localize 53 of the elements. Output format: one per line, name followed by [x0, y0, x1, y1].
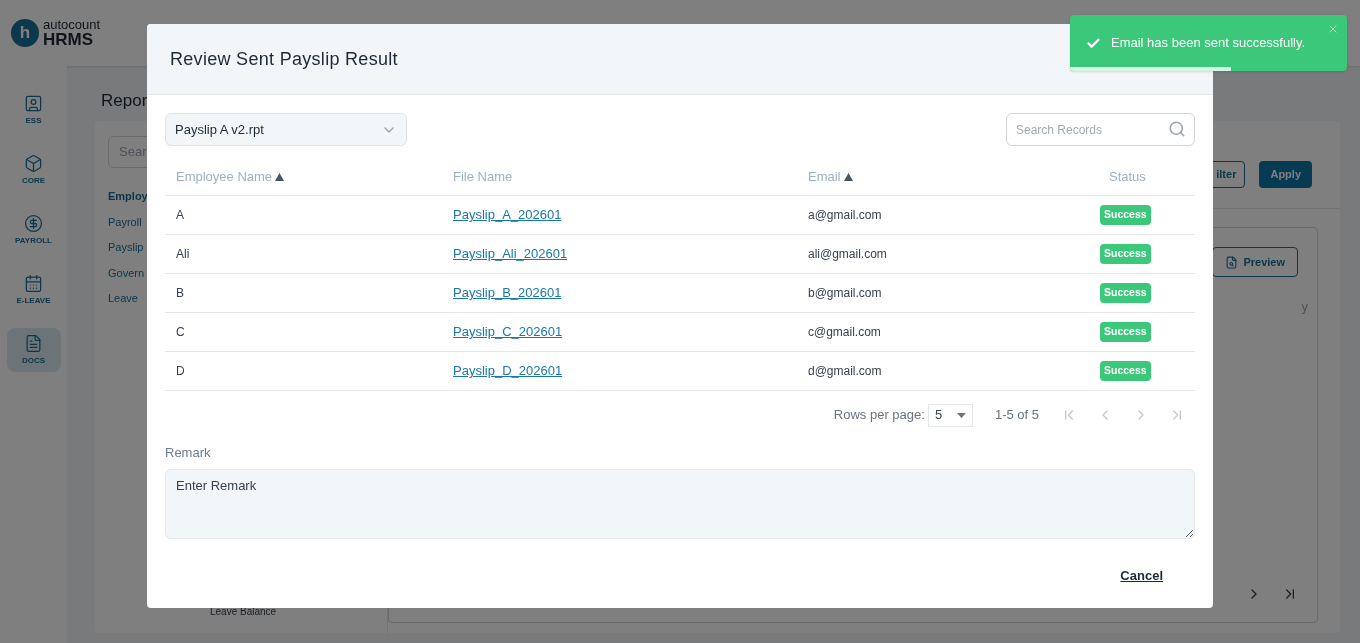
column-header[interactable]: Email — [808, 167, 841, 187]
rows-per-page-select[interactable]: 5 — [927, 403, 973, 427]
sidebar-item[interactable]: PAYROLL — [6, 208, 61, 252]
dollar-icon — [24, 213, 43, 233]
status-badge: Success — [1100, 361, 1151, 381]
table-cell-text: c@gmail.com — [808, 324, 881, 341]
logo-subtitle: autocount — [43, 18, 101, 31]
remark-field[interactable]: Enter Remark — [165, 468, 1195, 539]
column-header[interactable]: File Name — [453, 167, 513, 187]
document-icon — [24, 333, 43, 353]
remark-label: Remark — [165, 444, 212, 462]
table-cell-text: D — [176, 363, 185, 380]
toast-message: Email has been sent successfully. — [1111, 34, 1306, 53]
status-badge: Success — [1100, 244, 1151, 264]
column-header[interactable]: Employee Name — [176, 167, 273, 187]
file-link[interactable]: Payslip_A_202601 — [453, 205, 562, 225]
status-badge: Success — [1100, 322, 1151, 342]
column-header[interactable]: Status — [1109, 167, 1146, 187]
file-link[interactable]: Payslip_B_202601 — [453, 283, 562, 303]
cancel-button[interactable]: Cancel — [1120, 565, 1163, 585]
search-field[interactable]: Search Records — [1006, 113, 1195, 146]
table-cell-text: a@gmail.com — [808, 207, 882, 224]
logo-icon: h — [11, 19, 39, 47]
file-link[interactable]: Payslip_D_202601 — [453, 361, 563, 381]
table-cell-text: A — [176, 207, 184, 224]
user-card-icon — [24, 93, 43, 113]
table-cell-text: d@gmail.com — [808, 363, 882, 380]
page-range: 1-5 of 5 — [994, 406, 1039, 425]
dropdown-caret-icon — [956, 412, 966, 418]
sidebar-item[interactable]: CORE — [6, 148, 61, 192]
cube-icon — [24, 153, 43, 173]
table-cell-text: Ali — [176, 246, 190, 263]
rows-per-page-label: Rows per page: — [833, 406, 925, 425]
table-cell-text: B — [176, 285, 184, 302]
close-icon[interactable] — [1327, 23, 1339, 35]
sidebar-item[interactable]: ESS — [6, 88, 61, 132]
file-link[interactable]: Payslip_C_202601 — [453, 322, 563, 342]
template-select[interactable]: Payslip A v2.rpt — [165, 113, 407, 146]
sidebar-item[interactable]: E-LEAVE — [6, 268, 61, 312]
status-badge: Success — [1100, 205, 1151, 225]
sidebar-item[interactable]: DOCS — [6, 328, 61, 372]
status-badge: Success — [1100, 283, 1151, 303]
table-cell-text: ali@gmail.com — [808, 246, 887, 263]
search-icon — [1168, 120, 1186, 138]
table-cell-text: C — [176, 324, 185, 341]
page-title: Repor — [101, 90, 149, 112]
logo-title: HRMS — [43, 31, 95, 48]
dialog-title: Review Sent Payslip Result — [170, 47, 398, 71]
file-link[interactable]: Payslip_Ali_202601 — [453, 244, 568, 264]
table-cell-text: b@gmail.com — [808, 285, 882, 302]
calendar-icon — [24, 273, 43, 293]
file-search-icon — [1225, 255, 1239, 269]
apply-button[interactable]: Apply — [1259, 161, 1312, 188]
